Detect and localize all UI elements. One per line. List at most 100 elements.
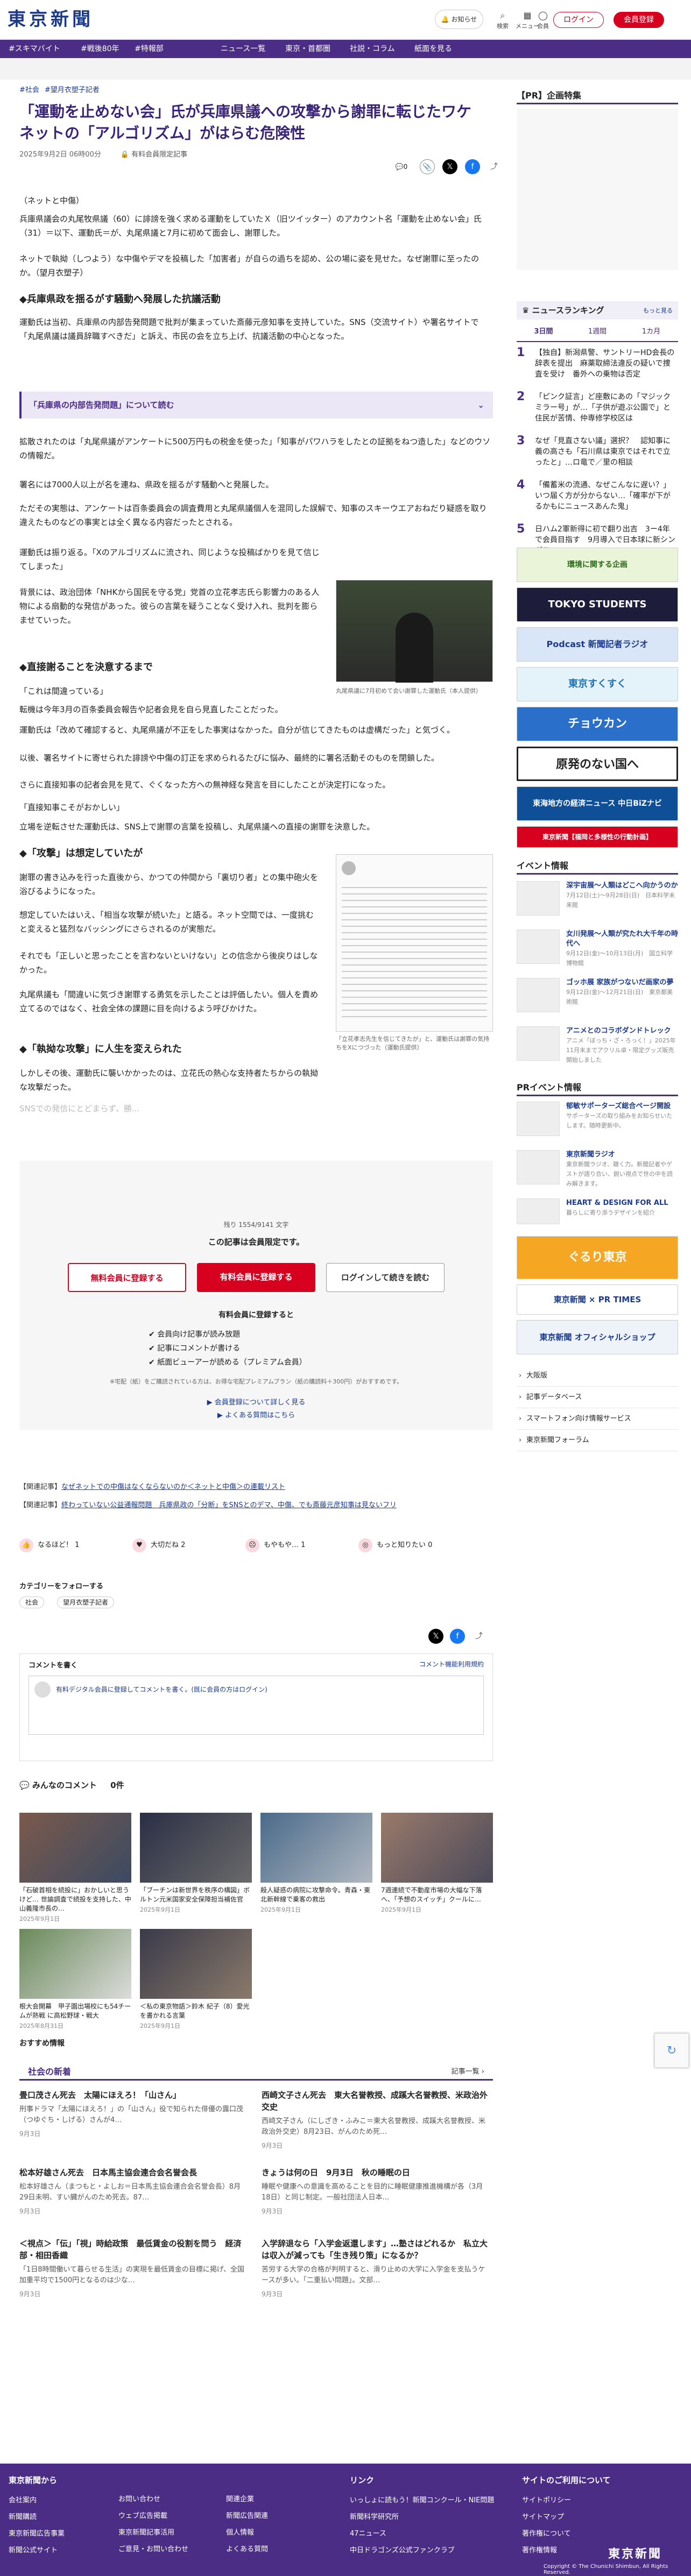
ad-official-shop[interactable]: 東京新聞 オフィシャルショップ — [517, 1320, 678, 1354]
recaptcha-badge[interactable]: ↻ — [654, 2033, 689, 2068]
footer-link[interactable]: 著作権情報 — [522, 2544, 611, 2554]
x-share-icon[interactable]: 𝕏 — [442, 159, 457, 174]
related-card[interactable]: 根大会開幕 甲子園出場校にも54チームが熱戦 に高松野球・戦大 2025年8月31… — [19, 1929, 131, 2030]
ranking-more-link[interactable]: もっと見る — [643, 306, 673, 315]
follow-tag-social[interactable]: 社会 — [19, 1596, 45, 1608]
footer-link[interactable]: ウェブ広告掲載 — [118, 2510, 188, 2520]
event-item[interactable]: ゴッホ展 家族がつないだ画家の夢 9月12日(金)〜12月21日(日) 東京都美術… — [517, 978, 678, 1021]
clip-icon[interactable]: 📎 — [420, 159, 435, 174]
pr-event-item[interactable]: HEART & DESIGN FOR ALL 暮らしに寄り添うデザインを紹介 — [517, 1198, 678, 1231]
society-more-link[interactable]: 記事一覧 › — [452, 2066, 484, 2076]
related-card[interactable]: ＜私の東京物語＞鈴木 紀子（8）愛光を書かれる言葉 2025年9月1日 — [140, 1929, 252, 2030]
news-notice-button[interactable]: 🔔 お知らせ — [435, 10, 483, 29]
footer-link[interactable]: ご意見・お問い合わせ — [118, 2543, 188, 2553]
event-item[interactable]: 深宇宙展〜人類はどこへ向かうのか 7月12日(土)〜9月28日(日) 日本科学未来… — [517, 881, 678, 924]
footer-link[interactable]: 個人情報 — [226, 2527, 268, 2537]
x-share-icon[interactable]: 𝕏 — [428, 1629, 443, 1644]
footer-link[interactable]: 関連企業 — [226, 2493, 268, 2503]
register-button[interactable]: 会員登録 — [614, 12, 664, 28]
reaction-button-moyamoya[interactable]: ☹ もやもや… 1 — [245, 1537, 342, 1553]
sidebar-link-forum[interactable]: 東京新聞フォーラム — [517, 1430, 678, 1451]
related-card[interactable]: 7週連続で不動産市場の大幅な下落へ、「予想のスイッチ」クールに… 2025年9月1… — [381, 1813, 493, 1914]
comment-count[interactable]: 💬0 — [391, 159, 412, 174]
comment-rules-link[interactable]: コメント機能利用規約 — [419, 1659, 484, 1669]
ad-tokyo-kurasu[interactable]: 東京すくすく — [517, 667, 678, 701]
tab-3days[interactable]: 3日間 — [517, 323, 570, 341]
reaction-button-motto[interactable]: ◎ もっと知りたい 0 — [358, 1537, 455, 1553]
footer-link[interactable]: 新聞広告関連 — [226, 2510, 268, 2520]
related-card[interactable]: 「石破首相を続投に」おかしいと思うけど… 世論調査で続投を支持した、中山義隆市長… — [19, 1813, 131, 1923]
society-item[interactable]: 松本好雄さん死去 日本馬主協会連合会名誉会長 松本好雄さん（まつもと・よしお＝日本… — [19, 2167, 245, 2217]
nav-item-sukima[interactable]: #スキマバイト — [9, 40, 60, 58]
nav-item-tokyo[interactable]: 東京・首都圏 — [285, 40, 330, 58]
share-icon[interactable]: ⤴ — [486, 159, 502, 174]
footer-link[interactable]: 著作権について — [522, 2528, 611, 2538]
nav-item-sengo80[interactable]: #戦後80年 — [81, 40, 119, 58]
crumb-tag-social[interactable]: #社会 — [19, 86, 39, 94]
faq-link[interactable]: ▶ よくある質問はこちら — [19, 1409, 493, 1420]
footer-link[interactable]: 東京新聞記事活用 — [118, 2527, 188, 2537]
sidebar-link-database[interactable]: 記事データベース — [517, 1387, 678, 1408]
nav-item-paper[interactable]: 紙面を見る — [414, 40, 452, 58]
crumb-tag-reporter[interactable]: #望月衣塑子記者 — [45, 86, 100, 94]
society-item[interactable]: 入学辞退なら「入学金返還します」…塾さはどれるか 私立大は収入が減っても「生き残… — [262, 2238, 488, 2300]
ad-chouchoukan[interactable]: チョウカン — [517, 707, 678, 741]
ad-gururi-tokyo[interactable]: ぐるり東京 — [517, 1236, 678, 1279]
facebook-share-icon[interactable]: f — [450, 1629, 465, 1644]
event-item[interactable]: 女川発展〜人類が究たれ大千年の時代へ 9月12日(金)〜10月13日(月) 国立科… — [517, 929, 678, 973]
reaction-button-taisetsu[interactable]: ♥ 大切だね 2 — [132, 1537, 229, 1553]
ad-genpatsu[interactable]: 原発のない国へ — [517, 747, 678, 781]
footer-link[interactable]: 新聞購読 — [9, 2511, 65, 2521]
related-article-link[interactable]: 【関連記事】終わっていない公益通報問題 兵庫県政の「分断」をSNSとのデマ、中傷… — [19, 1501, 493, 1510]
tab-1month[interactable]: 1カ月 — [624, 323, 678, 341]
society-item[interactable]: きょうは何の日 9月3日 秋の睡眠の日 睡眠や健康への意識を高めることを目的に睡眠… — [262, 2167, 488, 2217]
footer-link[interactable]: 会社案内 — [9, 2494, 65, 2504]
nav-item-editorial[interactable]: 社説・コラム — [350, 40, 395, 58]
reaction-button-naruhodo[interactable]: 👍 なるほど！ 1 — [19, 1537, 116, 1553]
search-button[interactable]: ⌕ 検索 — [491, 10, 514, 31]
article-photo-1[interactable] — [336, 580, 493, 683]
ad-podcast[interactable]: Podcast 新聞記者ラジオ — [517, 627, 678, 662]
login-to-read-button[interactable]: ログインして続きを読む — [326, 1263, 445, 1292]
nav-item-news-list[interactable]: ニュース一覧 — [221, 40, 265, 58]
user-button[interactable]: ◯ 会員 — [535, 10, 551, 31]
society-item[interactable]: 畳口茂さん死去 太陽にほえろ！「山さん」 刑事ドラマ「太陽にほえろ！」の「山さん」… — [19, 2089, 245, 2140]
related-card[interactable]: 「ブーチンは新世界を秩序の構図」ボルトン元米国家安全保障担当補佐官 2025年9月… — [140, 1813, 252, 1914]
related-card[interactable]: 殺人疑惑の病院に攻撃命令。青森・東北新幹線で乗客の救出 2025年9月1日 — [260, 1813, 372, 1914]
related-article-link[interactable]: 【関連記事】なぜネットでの中傷はなくならないのか＜ネットと中傷＞の連載リスト — [19, 1482, 493, 1492]
society-item[interactable]: ＜視点＞「伝」「視」時給政策 最低賃金の役割を問う 経済部・相田香織 「1日8時間… — [19, 2238, 245, 2300]
comment-textarea[interactable]: 有料デジタル会員に登録してコメントを書く。(既に会員の方はログイン) — [29, 1676, 484, 1735]
sidebar-link-smartphone[interactable]: スマートフォン向け情報サービス — [517, 1408, 678, 1430]
ad-kankyo[interactable]: 環境に関する企画 — [517, 548, 678, 582]
society-item[interactable]: 西崎文子さん死去 東大名誉教授、成蹊大名誉教授、米政治外交史 西崎文子さん（にしざ… — [262, 2089, 488, 2152]
site-logo[interactable]: 東京新聞 — [8, 9, 98, 30]
share-icon[interactable]: ⤴ — [471, 1629, 486, 1644]
footer-link[interactable]: お問い合わせ — [118, 2493, 188, 2503]
footer-logo[interactable]: 東京新聞 — [608, 2544, 662, 2561]
footer-link[interactable]: サイトマップ — [522, 2511, 611, 2521]
member-info-link[interactable]: ▶ 会員登録について詳しく見る — [19, 1396, 493, 1407]
follow-tag-reporter[interactable]: 望月衣塑子記者 — [57, 1596, 115, 1608]
footer-link[interactable]: 47ニュース — [350, 2528, 494, 2538]
free-register-button[interactable]: 無料会員に登録する — [68, 1263, 186, 1292]
footer-link[interactable]: 新聞公式サイト — [9, 2544, 65, 2554]
footer-link[interactable]: 中日ドラゴンズ公式ファンクラブ — [350, 2544, 494, 2554]
related-topic-link[interactable]: 「兵庫県の内部告発問題」について読む ⌄ — [19, 392, 493, 418]
pr-event-item[interactable]: 東京新聞ラジオ 東京新聞ラジオ、聴く力。新聞記者やゲストが語り合い、鋭い視点で世の… — [517, 1150, 678, 1193]
ad-chunichi-biz[interactable]: 東海地方の経済ニュース 中日BiZナビ — [517, 786, 678, 821]
footer-link[interactable]: いっしょに読もう！新聞コンクール・NIE問題 — [350, 2494, 494, 2504]
article-photo-2-screenshot[interactable] — [336, 854, 493, 1032]
footer-link[interactable]: よくある質問 — [226, 2543, 268, 2553]
login-button[interactable]: ログイン — [553, 12, 604, 28]
event-item[interactable]: アニメとのコラボダンドトレック アニメ「ぼっち・ざ・ろっく！」2025年11月末ま… — [517, 1026, 678, 1069]
ad-pr-times[interactable]: 東京新聞 × PR TIMES — [517, 1285, 678, 1315]
facebook-share-icon[interactable]: f — [465, 159, 480, 174]
tab-1week[interactable]: 1週間 — [570, 323, 624, 341]
sidebar-link-osaka[interactable]: 大阪版 — [517, 1365, 678, 1387]
footer-link[interactable]: 東京新聞広告事業 — [9, 2528, 65, 2538]
ad-students[interactable]: TOKYO STUDENTS — [517, 587, 678, 622]
footer-link[interactable]: サイトポリシー — [522, 2494, 611, 2504]
nav-item-tokuhobu[interactable]: #特報部 — [135, 40, 164, 58]
ad-shimbun-event[interactable]: 東京新聞【福岡と多様性の行動計画】 — [517, 826, 678, 848]
pr-event-item[interactable]: 郁敏サポーターズ総合ページ開設 サポーターズの取り組みをお知らせいたします。随時更… — [517, 1102, 678, 1145]
